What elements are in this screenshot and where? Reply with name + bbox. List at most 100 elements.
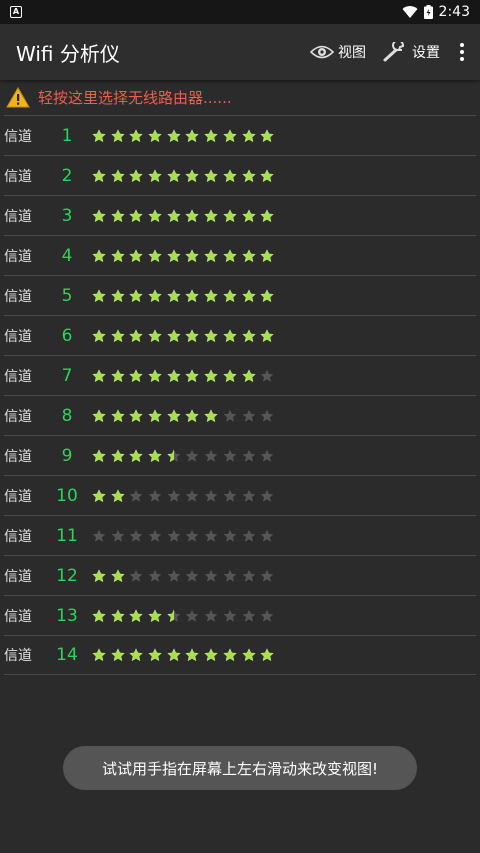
channel-label: 信道 [4,448,32,465]
star-filled-icon [166,208,181,222]
channel-number: 7 [61,365,73,386]
star-empty-icon [260,449,274,462]
star-filled-icon [166,368,181,382]
star-half-icon [166,448,181,462]
star-filled-icon [92,168,106,182]
channel-star-rating [92,208,279,223]
star-filled-icon [223,288,237,302]
star-empty-icon [260,369,274,382]
star-filled-icon [185,408,200,422]
wifi-signal-icon [402,6,418,19]
star-filled-icon [260,168,274,182]
star-filled-icon [148,128,162,142]
star-filled-icon [223,168,237,182]
channel-row: 信道 5 [4,275,476,315]
star-empty-icon [223,489,237,502]
star-filled-icon [110,488,125,502]
star-filled-icon [148,368,162,382]
channel-number: 12 [56,565,78,586]
star-filled-icon [110,568,125,582]
star-filled-icon [148,168,162,182]
star-filled-icon [166,168,181,182]
star-empty-icon [92,529,106,542]
star-filled-icon [129,608,144,622]
star-empty-icon [130,569,143,582]
star-empty-icon [186,609,199,622]
overflow-dot [460,50,464,54]
star-filled-icon [110,208,125,222]
app-title: Wifi 分析仪 [16,41,120,66]
star-filled-icon [148,248,162,262]
channel-star-rating [92,328,279,343]
star-filled-icon [110,248,125,262]
star-filled-icon [185,248,200,262]
star-empty-icon [167,529,181,542]
channel-star-rating [92,608,279,623]
star-empty-icon [260,529,274,542]
channel-number: 3 [61,205,73,226]
star-filled-icon [241,368,256,382]
star-filled-icon [204,208,218,222]
star-empty-icon [148,529,162,542]
star-filled-icon [185,208,200,222]
channel-label: 信道 [4,528,32,545]
star-filled-icon [129,368,144,382]
channel-row: 信道 3 [4,195,476,235]
star-filled-icon [204,328,218,342]
star-filled-icon [148,608,162,622]
notification-a-icon: A [10,6,22,18]
channel-star-rating [92,168,279,183]
channel-star-rating [92,568,279,583]
view-button[interactable]: 视图 [310,42,366,62]
channel-number: 8 [61,405,73,426]
channel-star-rating [92,288,279,303]
star-filled-icon [92,568,106,582]
star-empty-icon [167,489,181,502]
star-empty-icon [223,609,237,622]
channel-row: 信道 14 [4,635,476,675]
star-filled-icon [129,248,144,262]
star-filled-icon [92,488,106,502]
channel-label: 信道 [4,328,32,345]
channel-star-rating [92,408,279,423]
channel-number: 6 [61,325,73,346]
star-empty-icon [242,449,255,462]
overflow-menu-button[interactable] [456,43,468,61]
star-filled-icon [204,368,218,382]
select-router-text: 轻按这里选择无线路由器...... [38,88,232,107]
settings-button[interactable]: 设置 [382,42,440,62]
star-filled-icon [241,288,256,302]
star-filled-icon [204,128,218,142]
star-empty-icon [111,529,124,542]
star-filled-icon [129,288,144,302]
channel-row: 信道 12 [4,555,476,595]
star-filled-icon [148,448,162,462]
settings-button-label: 设置 [412,45,440,61]
star-empty-icon [242,529,255,542]
star-empty-icon [204,449,218,462]
swipe-hint-toast: 试试用手指在屏幕上左右滑动来改变视图! [63,746,417,790]
star-empty-icon [242,409,255,422]
star-filled-icon [223,328,237,342]
star-filled-icon [92,128,106,142]
star-filled-icon [185,368,200,382]
star-empty-icon [242,609,255,622]
view-button-label: 视图 [338,45,366,61]
star-empty-icon [130,489,143,502]
select-router-banner[interactable]: 轻按这里选择无线路由器...... [0,80,480,114]
star-filled-icon [185,328,200,342]
clock: 2:43 [438,4,470,20]
channel-row: 信道 8 [4,395,476,435]
star-filled-icon [223,128,237,142]
star-empty-icon [167,569,181,582]
star-filled-icon [185,168,200,182]
star-filled-icon [92,448,106,462]
star-empty-icon [186,569,199,582]
star-filled-icon [223,648,237,662]
star-filled-icon [148,208,162,222]
star-filled-icon [129,208,144,222]
star-filled-icon [110,168,125,182]
star-filled-icon [260,208,274,222]
star-empty-icon [260,489,274,502]
star-filled-icon [110,408,125,422]
